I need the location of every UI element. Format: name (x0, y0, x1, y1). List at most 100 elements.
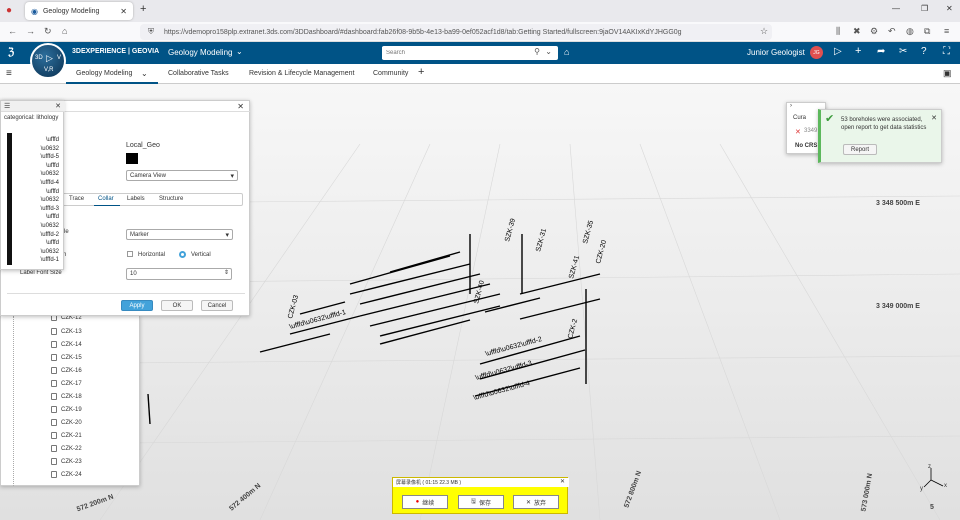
tab-collaborative-tasks[interactable]: Collaborative Tasks (168, 70, 229, 77)
crs-title: Cura (793, 115, 807, 121)
grid-line (259, 143, 431, 520)
ok-button[interactable]: OK (161, 300, 193, 311)
tab-geology-modeling[interactable]: Geology Modeling (76, 70, 132, 77)
tree-item[interactable]: CZK-19 (51, 406, 82, 413)
tree-item[interactable]: CZK-22 (51, 445, 82, 452)
horizontal-radio[interactable] (127, 251, 133, 257)
add-tab-icon[interactable]: + (418, 66, 424, 78)
borehole-label: CZK-03 (287, 294, 300, 319)
library-icon[interactable]: ⫼ (836, 26, 840, 37)
forward-icon[interactable]: → (26, 26, 35, 36)
legend-list-icon[interactable]: ☰ (4, 102, 10, 110)
chat-icon[interactable]: ▣ (943, 68, 952, 79)
undo-icon[interactable]: ↶ (888, 26, 896, 37)
marker-select[interactable]: Marker (126, 229, 233, 240)
tab-community[interactable]: Community (373, 70, 408, 77)
compass-label-right: V (56, 55, 61, 61)
minimize-icon[interactable]: — (892, 4, 900, 13)
tree-item[interactable]: CZK-15 (51, 354, 82, 361)
borehole-label: SZK-31 (535, 228, 548, 253)
tab-structure[interactable]: Structure (159, 196, 183, 202)
share-icon[interactable]: ▷ (834, 46, 842, 57)
shield-icon: ⛨ (148, 27, 154, 36)
tab-chevron-down-icon[interactable]: ⌄ (141, 69, 148, 78)
user-name[interactable]: Junior Geologist (747, 48, 805, 57)
search-icon[interactable]: ⚲ (534, 47, 540, 56)
recorder-titlebar: 屏幕录像机 ( 01:15 22.3 MB ) ✕ (393, 478, 569, 487)
tools-icon[interactable]: ✂ (899, 46, 907, 57)
legend-color-bar (7, 133, 12, 265)
tab-revision-lifecycle[interactable]: Revision & Lifecycle Management (249, 70, 354, 77)
app-header: ℨ 3DEXPERIENCE | GEOVIA Geology Modeling… (0, 42, 960, 64)
document-icon (51, 367, 57, 374)
tree-item[interactable]: CZK-18 (51, 393, 82, 400)
profile-icon[interactable]: ◍ (906, 26, 914, 37)
stepper-icon[interactable]: ⇕ (224, 269, 229, 276)
tab-trace[interactable]: Trace (69, 196, 84, 202)
axis-y-line (923, 479, 932, 488)
home-icon[interactable]: ⌂ (62, 26, 67, 36)
save-button[interactable]: 🖫 保存 (458, 495, 504, 509)
horizontal-label: Horizontal (138, 252, 166, 258)
chevron-down-icon[interactable]: ⌄ (236, 47, 243, 56)
hamburger-menu-icon[interactable]: ≡ (6, 68, 12, 79)
close-tab-icon[interactable]: ✕ (120, 7, 127, 16)
tree-item[interactable]: CZK-23 (51, 458, 82, 465)
tree-item[interactable]: CZK-16 (51, 367, 82, 374)
recorder-close-icon[interactable]: ✕ (560, 478, 565, 485)
report-button[interactable]: Report (843, 144, 877, 155)
tree-item[interactable]: CZK-21 (51, 432, 82, 439)
continue-button[interactable]: ● 继续 (402, 495, 448, 509)
extension-icon[interactable]: ⚙ (870, 26, 878, 37)
legend-entry: \u0632 (40, 171, 59, 178)
bookmark-star-icon[interactable]: ☆ (760, 26, 768, 37)
tab-collar[interactable]: Collar (98, 196, 114, 202)
apply-button[interactable]: Apply (121, 300, 153, 311)
avatar[interactable]: JG (810, 46, 823, 59)
font-size-input[interactable]: 10 (126, 268, 232, 280)
tree-item[interactable]: CZK-20 (51, 419, 82, 426)
tree-item[interactable]: CZK-17 (51, 380, 82, 387)
tree-item[interactable]: CZK-14 (51, 341, 82, 348)
app-title[interactable]: Geology Modeling (168, 48, 232, 57)
vertical-radio[interactable] (179, 251, 186, 258)
search-box[interactable]: ⚲ ⌄ (382, 46, 558, 60)
ds-logo-icon: ℨ (8, 47, 15, 58)
browser-tab[interactable]: ◉ Geology Modeling ✕ (25, 2, 133, 20)
borehole-trace (519, 273, 601, 295)
search-dropdown-icon[interactable]: ⌄ (545, 47, 552, 56)
tag-icon[interactable]: ⌂ (564, 47, 569, 57)
close-window-icon[interactable]: ✕ (946, 4, 953, 13)
notification-close-icon[interactable]: ✕ (931, 114, 937, 122)
help-icon[interactable]: ? (921, 46, 927, 57)
reload-icon[interactable]: ↻ (44, 26, 52, 37)
compass-widget[interactable]: 3D ▷ V V,R (30, 43, 66, 79)
cancel-button[interactable]: Cancel (201, 300, 233, 311)
fullscreen-icon[interactable]: ⛶ (943, 46, 950, 57)
search-input[interactable] (382, 47, 522, 59)
borehole-label: \ufffd\u0632\ufffd-1 (289, 309, 347, 331)
extension-x-icon[interactable]: ✖ (853, 26, 861, 37)
camera-view-select[interactable]: Camera View (126, 170, 238, 181)
play-icon[interactable]: ▷ (46, 53, 53, 64)
dialog-close-icon[interactable]: ✕ (237, 102, 244, 111)
tab-labels[interactable]: Labels (127, 196, 145, 202)
color-swatch[interactable] (126, 153, 138, 164)
crs-expand-icon[interactable]: › (790, 103, 792, 109)
tree-item[interactable]: CZK-13 (51, 328, 82, 335)
new-tab-button[interactable]: + (140, 3, 146, 15)
extensions-icon[interactable]: ⧉ (924, 26, 930, 37)
url-bar[interactable]: ⛨ https://vdemopro158plp.extranet.3ds.co… (140, 24, 772, 40)
menu-icon[interactable]: ≡ (944, 26, 949, 36)
legend-entry: \ufffd (45, 188, 59, 195)
back-icon[interactable]: ← (8, 26, 17, 36)
legend-entry: \u0632 (40, 223, 59, 229)
forward-share-icon[interactable]: ➦ (877, 46, 885, 57)
legend-close-icon[interactable]: ✕ (55, 102, 61, 110)
restore-icon[interactable]: ❐ (921, 4, 928, 13)
discard-button[interactable]: ✕ 放弃 (513, 495, 559, 509)
success-check-icon: ✔ (825, 113, 835, 125)
tree-item[interactable]: CZK-24 (51, 471, 82, 478)
add-icon[interactable]: + (855, 45, 861, 57)
legend-entry: \u0632 (40, 248, 59, 255)
